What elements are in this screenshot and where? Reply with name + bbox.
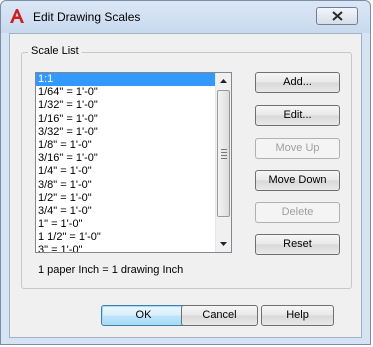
scale-list-item[interactable]: 3/8" = 1'-0" <box>36 179 216 192</box>
move-up-button[interactable]: Move Up <box>255 138 340 159</box>
scale-list-item[interactable]: 3/4" = 1'-0" <box>36 205 216 218</box>
scale-list-item[interactable]: 1/4" = 1'-0" <box>36 165 216 178</box>
scale-listbox[interactable]: 1:1 1/64" = 1'-0" 1/32" = 1'-0" 1/16" = 1'-… <box>35 72 232 253</box>
scale-list-item[interactable]: 1/8" = 1'-0" <box>36 139 216 152</box>
scroll-thumb[interactable] <box>217 90 230 217</box>
scale-list-item[interactable]: 1:1 <box>36 73 216 87</box>
autocad-a-icon <box>10 9 24 23</box>
scale-list-item[interactable]: 1 1/2" = 1'-0" <box>36 231 216 244</box>
scroll-down-button[interactable] <box>216 236 231 252</box>
scale-list-item[interactable]: 1/64" = 1'-0" <box>36 86 216 99</box>
scroll-grip-icon <box>221 149 227 161</box>
delete-button[interactable]: Delete <box>255 202 340 223</box>
scale-list-group: Scale List 1:1 1/64" = 1'-0" 1/32" = 1'-0"… <box>21 45 352 289</box>
scale-list-item[interactable]: 3/32" = 1'-0" <box>36 126 216 139</box>
move-down-button[interactable]: Move Down <box>255 170 340 191</box>
chevron-up-icon <box>220 79 227 83</box>
ok-button[interactable]: OK <box>101 305 186 326</box>
close-button[interactable] <box>316 7 358 25</box>
reset-button[interactable]: Reset <box>255 234 340 255</box>
scale-list-item[interactable]: 1" = 1'-0" <box>36 218 216 231</box>
edit-button[interactable]: Edit... <box>255 105 340 126</box>
title-bar[interactable]: Edit Drawing Scales <box>1 1 370 33</box>
scale-list-item[interactable]: 1/16" = 1'-0" <box>36 113 216 126</box>
scroll-up-button[interactable] <box>216 73 231 89</box>
chevron-down-icon <box>220 242 227 246</box>
add-button[interactable]: Add... <box>255 72 340 93</box>
edit-drawing-scales-dialog: Edit Drawing Scales Scale List 1:1 1/64" … <box>0 0 371 345</box>
help-button[interactable]: Help <box>261 305 334 326</box>
scale-list-item[interactable]: 3/16" = 1'-0" <box>36 152 216 165</box>
scale-list-items: 1:1 1/64" = 1'-0" 1/32" = 1'-0" 1/16" = 1'-… <box>36 73 216 252</box>
dialog-body: Scale List 1:1 1/64" = 1'-0" 1/32" = 1'-0"… <box>9 33 362 338</box>
scale-list-item[interactable]: 1/32" = 1'-0" <box>36 99 216 112</box>
scale-note: 1 paper Inch = 1 drawing Inch <box>38 264 184 276</box>
vertical-scrollbar[interactable] <box>215 73 231 252</box>
scale-list-item[interactable]: 3" = 1'-0" <box>36 244 216 252</box>
cancel-button[interactable]: Cancel <box>181 305 258 326</box>
close-icon <box>332 11 343 21</box>
scale-list-item[interactable]: 1/2" = 1'-0" <box>36 192 216 205</box>
window-title: Edit Drawing Scales <box>33 10 141 24</box>
scale-list-label: Scale List <box>28 45 82 57</box>
